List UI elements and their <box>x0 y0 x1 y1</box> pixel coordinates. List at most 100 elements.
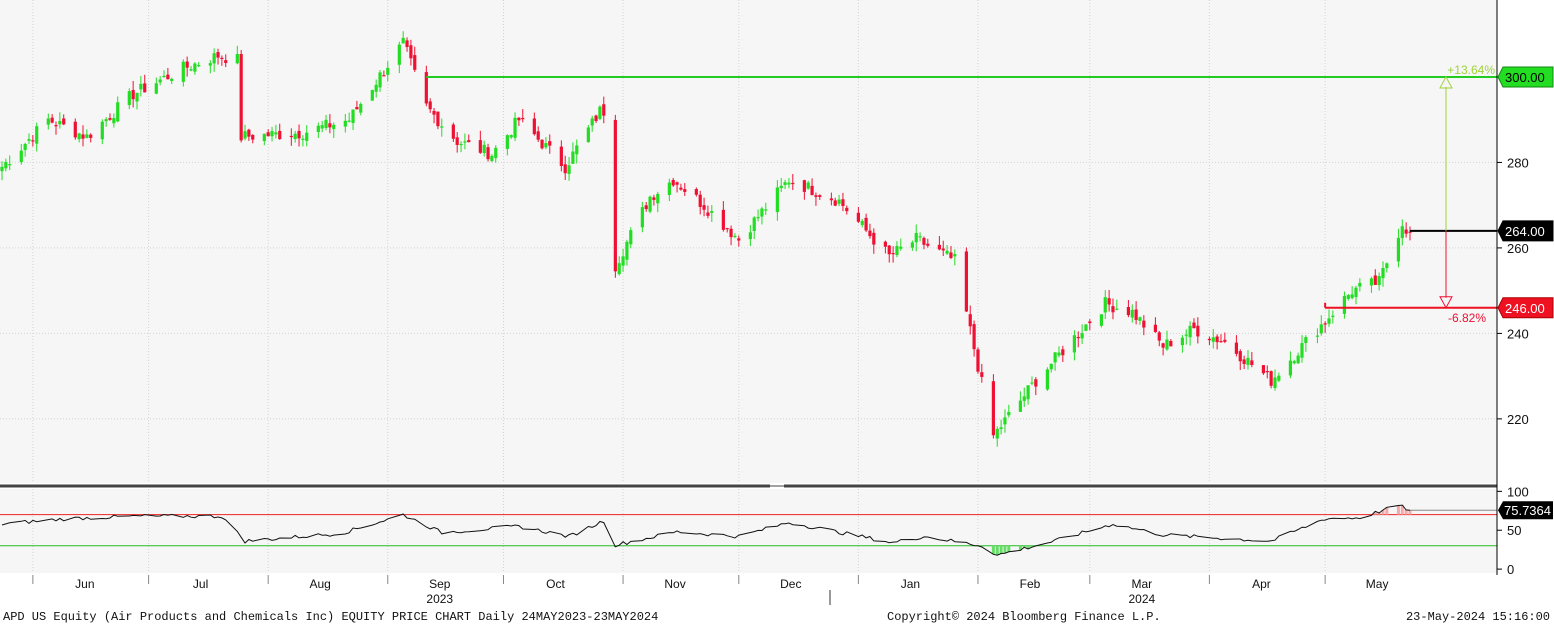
candle-up <box>262 133 266 142</box>
candle-up <box>629 230 633 245</box>
candle-up <box>58 120 62 125</box>
year-label: 2024 <box>1128 592 1155 606</box>
candle-up <box>918 236 922 238</box>
candle-up <box>505 135 509 149</box>
candle-down <box>991 381 995 436</box>
candle-up <box>945 250 949 254</box>
footer-right: 23-May-2024 15:16:00 <box>1406 610 1550 624</box>
candle-down <box>239 54 243 141</box>
candle-up <box>787 182 791 185</box>
candle-down <box>1126 307 1130 316</box>
candle-up <box>1350 294 1354 299</box>
candle-up <box>1211 337 1215 342</box>
candle-down <box>1404 229 1408 234</box>
candle-down <box>864 217 868 231</box>
rsi-tick-label: 100 <box>1507 484 1529 499</box>
candle-down <box>563 164 567 174</box>
candle-down <box>451 124 455 139</box>
candle-down <box>532 118 536 135</box>
candle-down <box>1238 351 1242 362</box>
candle-up <box>104 119 108 122</box>
candle-down <box>540 139 544 149</box>
price-tick-label: 280 <box>1507 155 1529 170</box>
candle-down <box>1134 309 1138 320</box>
candle-down <box>613 119 617 272</box>
candle-up <box>343 120 347 127</box>
candle-up <box>1354 287 1358 298</box>
candle-up <box>756 217 760 219</box>
candle-up <box>1165 339 1169 350</box>
candle-down <box>432 110 436 115</box>
candle-up <box>764 209 768 211</box>
candle-up <box>1304 337 1308 343</box>
candle-up <box>621 256 625 266</box>
candle-up <box>19 150 23 163</box>
candle-up <box>154 83 158 94</box>
month-label: Feb <box>1020 577 1041 591</box>
candle-down <box>845 207 849 212</box>
candle-up <box>35 126 39 144</box>
candle-up <box>158 79 162 83</box>
candle-down <box>1242 359 1246 364</box>
candle-up <box>1030 382 1034 384</box>
candle-down <box>413 55 417 70</box>
candle-down <box>702 205 706 210</box>
candle-up <box>235 54 239 64</box>
candle-down <box>559 146 563 167</box>
candle-down <box>1169 340 1173 347</box>
rsi-panel-bg <box>0 489 1497 573</box>
candle-down <box>698 194 702 207</box>
candle-up <box>648 196 652 212</box>
candle-up <box>270 131 274 137</box>
candle-up <box>1026 385 1030 400</box>
candle-up <box>397 44 401 65</box>
candle-down <box>1373 275 1377 285</box>
candle-up <box>1369 278 1374 286</box>
candle-up <box>181 61 185 82</box>
candle-up <box>1003 417 1007 425</box>
candle-up <box>100 121 104 140</box>
candle-up <box>1277 375 1281 381</box>
candle-down <box>54 125 58 127</box>
candle-up <box>760 208 764 217</box>
candle-up <box>112 117 116 124</box>
candle-down <box>289 135 293 138</box>
candle-up <box>1072 335 1076 353</box>
candle-down <box>478 140 482 153</box>
candle-up <box>640 207 644 228</box>
candle-down <box>224 60 228 64</box>
badge-300: 300.00 <box>1505 70 1545 85</box>
candle-down <box>829 198 833 201</box>
candle-up <box>212 53 216 64</box>
candle-down <box>856 212 860 222</box>
candle-up <box>775 187 779 213</box>
candle-down <box>791 182 795 185</box>
candle-down <box>131 90 135 100</box>
candle-down <box>972 324 976 350</box>
candle-down <box>694 189 698 195</box>
candle-up <box>1022 396 1026 401</box>
candle-down <box>980 372 984 377</box>
candle-up <box>1130 309 1134 318</box>
candle-up <box>1084 324 1088 331</box>
candle-up <box>463 141 467 143</box>
candle-up <box>544 143 548 148</box>
candle-down <box>297 130 301 139</box>
candle-down <box>883 241 887 247</box>
candle-up <box>324 119 328 128</box>
candle-up <box>46 118 50 125</box>
candle-up <box>806 182 810 189</box>
candle-down <box>428 101 432 110</box>
candle-up <box>1381 267 1385 279</box>
candle-up <box>1246 357 1250 365</box>
candle-up <box>1288 360 1293 376</box>
candle-down <box>355 107 359 110</box>
candle-up <box>995 428 999 439</box>
candle-up <box>370 89 374 101</box>
candle-up <box>860 220 864 225</box>
candle-down <box>671 179 675 186</box>
candle-up <box>586 127 590 143</box>
month-label: Sep <box>429 577 451 591</box>
month-label: Mar <box>1131 577 1152 591</box>
candle-up <box>305 132 309 141</box>
